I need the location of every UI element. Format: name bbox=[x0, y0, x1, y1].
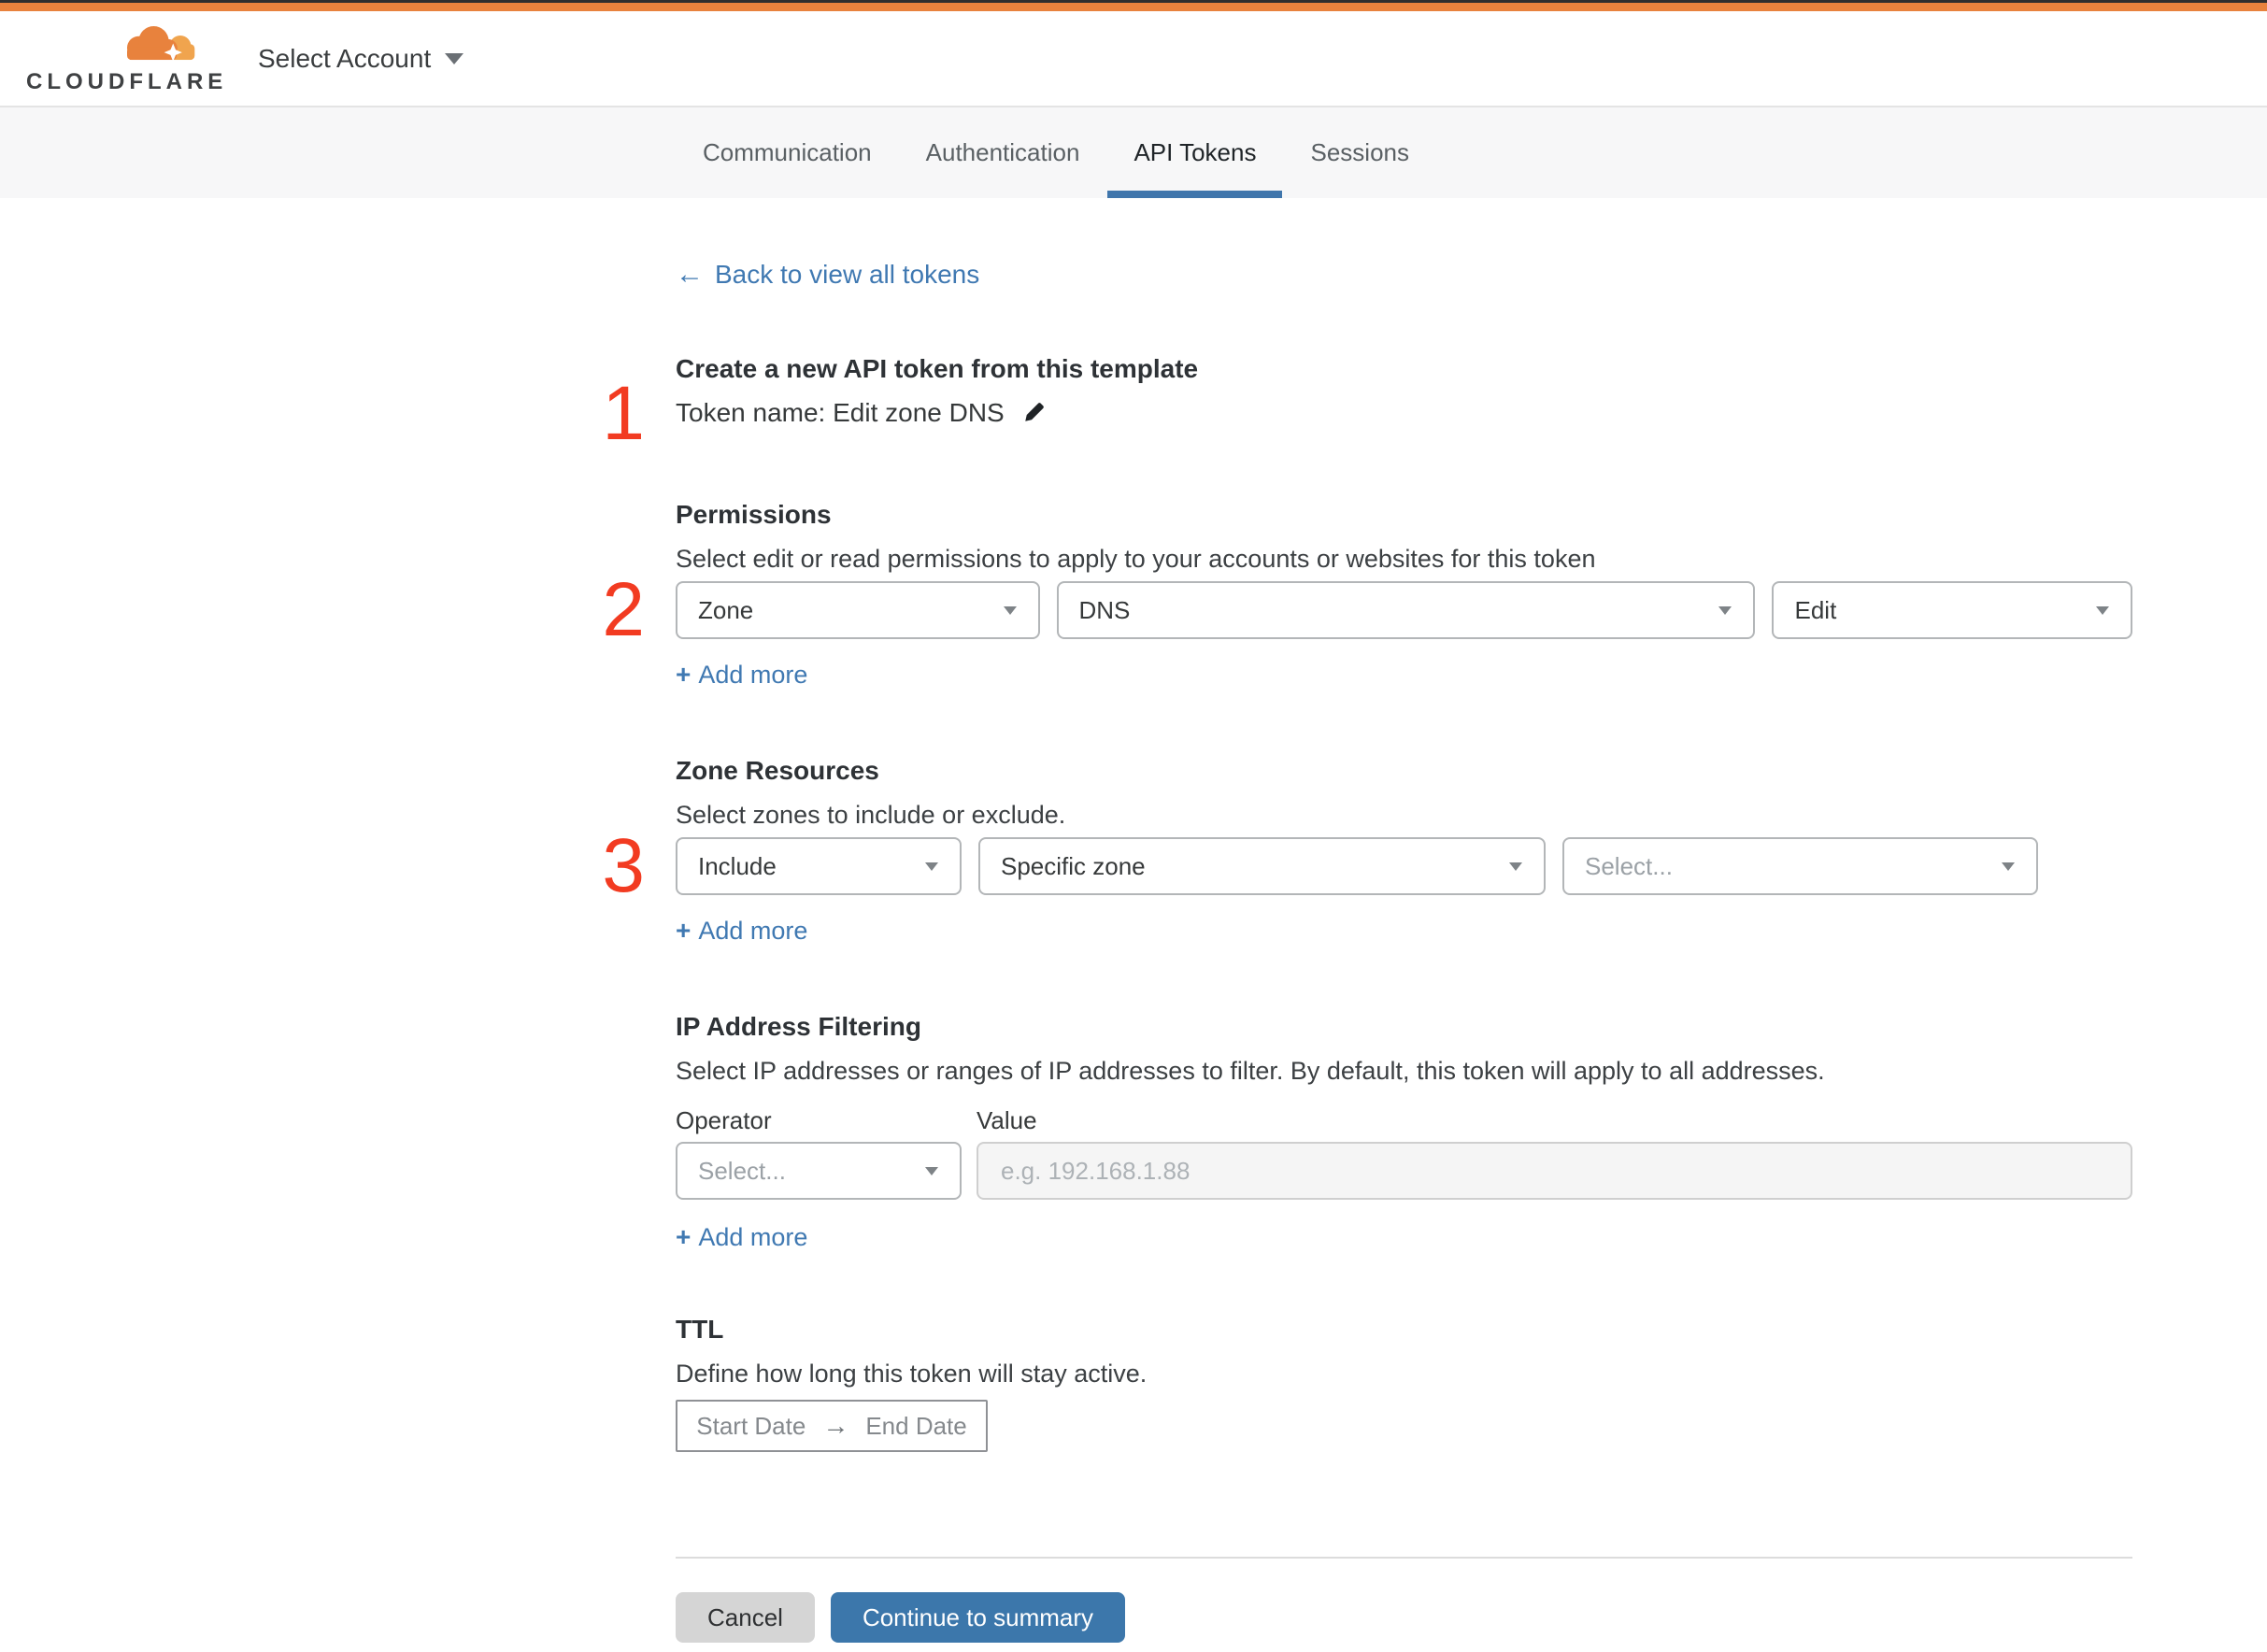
permissions-add-more-link[interactable]: + Add more bbox=[676, 660, 807, 690]
page-title: Create a new API token from this templat… bbox=[676, 354, 1199, 383]
cloudflare-logo[interactable]: CLOUDFLARE bbox=[26, 22, 222, 95]
tab-communication[interactable]: Communication bbox=[677, 107, 898, 198]
zone-picker-select[interactable]: Select... bbox=[1562, 837, 2038, 895]
account-selector[interactable]: Select Account bbox=[258, 44, 464, 74]
cancel-button[interactable]: Cancel bbox=[676, 1592, 815, 1643]
ip-filtering-section: IP Address Filtering Select IP addresses… bbox=[676, 1011, 2132, 1252]
annotation-step-2: 2 bbox=[602, 567, 645, 652]
token-form: ← Back to view all tokens Create a new A… bbox=[602, 260, 2132, 1643]
edit-token-name-button[interactable] bbox=[1019, 399, 1048, 427]
end-date-placeholder: End Date bbox=[865, 1411, 967, 1440]
zone-resources-select-row: 3 Include Specific zone Select... bbox=[602, 828, 2132, 904]
chevron-down-icon bbox=[2096, 605, 2109, 615]
add-more-label: Add more bbox=[698, 1223, 808, 1251]
arrow-right-icon: → bbox=[822, 1411, 849, 1440]
zone-resources-add-more-link[interactable]: + Add more bbox=[676, 916, 807, 946]
start-date-placeholder: Start Date bbox=[696, 1411, 806, 1440]
zone-resources-section: Zone Resources Select zones to include o… bbox=[602, 755, 2132, 946]
ip-filtering-add-more-link[interactable]: + Add more bbox=[676, 1222, 807, 1252]
chevron-down-icon bbox=[925, 1166, 938, 1175]
permission-access-value: Edit bbox=[1794, 595, 1837, 624]
zone-mode-value: Include bbox=[698, 851, 777, 880]
permission-scope-select[interactable]: Zone bbox=[676, 581, 1040, 639]
annotation-step-1: 1 bbox=[602, 371, 645, 456]
brand-accent-bar bbox=[0, 3, 2267, 11]
ip-filtering-labels-row: Operator Value bbox=[676, 1106, 2132, 1134]
operator-placeholder: Select... bbox=[698, 1156, 786, 1185]
cloudflare-wordmark: CLOUDFLARE bbox=[26, 68, 228, 94]
profile-tabbar: Communication Authentication API Tokens … bbox=[0, 106, 2267, 198]
footer-divider bbox=[676, 1557, 2132, 1559]
form-actions: Cancel Continue to summary bbox=[676, 1592, 2132, 1643]
tab-api-tokens[interactable]: API Tokens bbox=[1107, 107, 1283, 198]
zone-type-value: Specific zone bbox=[1001, 851, 1146, 880]
tabs: Communication Authentication API Tokens … bbox=[677, 107, 1435, 198]
ttl-date-range-picker[interactable]: Start Date → End Date bbox=[676, 1400, 988, 1452]
tab-sessions[interactable]: Sessions bbox=[1284, 107, 1435, 198]
zone-resources-heading: Zone Resources bbox=[676, 756, 879, 785]
ip-value-input[interactable] bbox=[977, 1142, 2132, 1200]
operator-select[interactable]: Select... bbox=[676, 1142, 962, 1200]
chevron-down-icon bbox=[925, 862, 938, 871]
cloudflare-cloud-icon bbox=[108, 25, 202, 67]
ip-filtering-input-row: Select... bbox=[676, 1142, 2132, 1200]
continue-to-summary-button[interactable]: Continue to summary bbox=[830, 1592, 1126, 1643]
plus-icon: + bbox=[676, 660, 692, 689]
back-link-label: Back to view all tokens bbox=[715, 260, 980, 289]
token-name-text: Token name: Edit zone DNS bbox=[676, 398, 1005, 427]
add-more-label: Add more bbox=[698, 917, 808, 945]
permission-resource-value: DNS bbox=[1078, 595, 1131, 624]
add-more-label: Add more bbox=[698, 661, 808, 689]
permissions-select-row: 2 Zone DNS Edit bbox=[602, 572, 2132, 648]
account-selector-label: Select Account bbox=[258, 43, 432, 73]
permission-access-select[interactable]: Edit bbox=[1772, 581, 2132, 639]
tab-authentication[interactable]: Authentication bbox=[900, 107, 1106, 198]
permissions-section: Permissions Select edit or read permissi… bbox=[602, 499, 2132, 690]
permission-resource-select[interactable]: DNS bbox=[1056, 581, 1756, 639]
back-to-tokens-link[interactable]: ← Back to view all tokens bbox=[676, 260, 2132, 290]
plus-icon: + bbox=[676, 1222, 692, 1251]
pencil-icon bbox=[1025, 403, 1044, 421]
back-arrow-icon: ← bbox=[676, 259, 704, 290]
zone-resources-description: Select zones to include or exclude. bbox=[676, 801, 1066, 829]
ip-filtering-description: Select IP addresses or ranges of IP addr… bbox=[676, 1057, 1825, 1085]
chevron-down-icon bbox=[1718, 605, 1732, 615]
app-header: CLOUDFLARE Select Account bbox=[0, 11, 2267, 106]
chevron-down-icon bbox=[1003, 605, 1017, 615]
ip-filtering-heading: IP Address Filtering bbox=[676, 1012, 921, 1041]
ttl-description: Define how long this token will stay act… bbox=[676, 1360, 1148, 1388]
plus-icon: + bbox=[676, 916, 692, 945]
value-label: Value bbox=[977, 1106, 1037, 1134]
zone-mode-select[interactable]: Include bbox=[676, 837, 962, 895]
token-name-row: 1 Token name: Edit zone DNS bbox=[602, 376, 2132, 452]
chevron-down-icon bbox=[2002, 862, 2015, 871]
operator-label: Operator bbox=[676, 1106, 772, 1134]
zone-type-select[interactable]: Specific zone bbox=[978, 837, 1546, 895]
ttl-heading: TTL bbox=[676, 1315, 724, 1344]
chevron-down-icon bbox=[1509, 862, 1522, 871]
permission-scope-value: Zone bbox=[698, 595, 754, 624]
ttl-section: TTL Define how long this token will stay… bbox=[676, 1314, 2132, 1452]
zone-picker-placeholder: Select... bbox=[1585, 851, 1673, 880]
chevron-down-icon bbox=[445, 52, 464, 64]
permissions-description: Select edit or read permissions to apply… bbox=[676, 545, 1596, 573]
annotation-step-3: 3 bbox=[602, 823, 645, 908]
permissions-heading: Permissions bbox=[676, 500, 832, 529]
